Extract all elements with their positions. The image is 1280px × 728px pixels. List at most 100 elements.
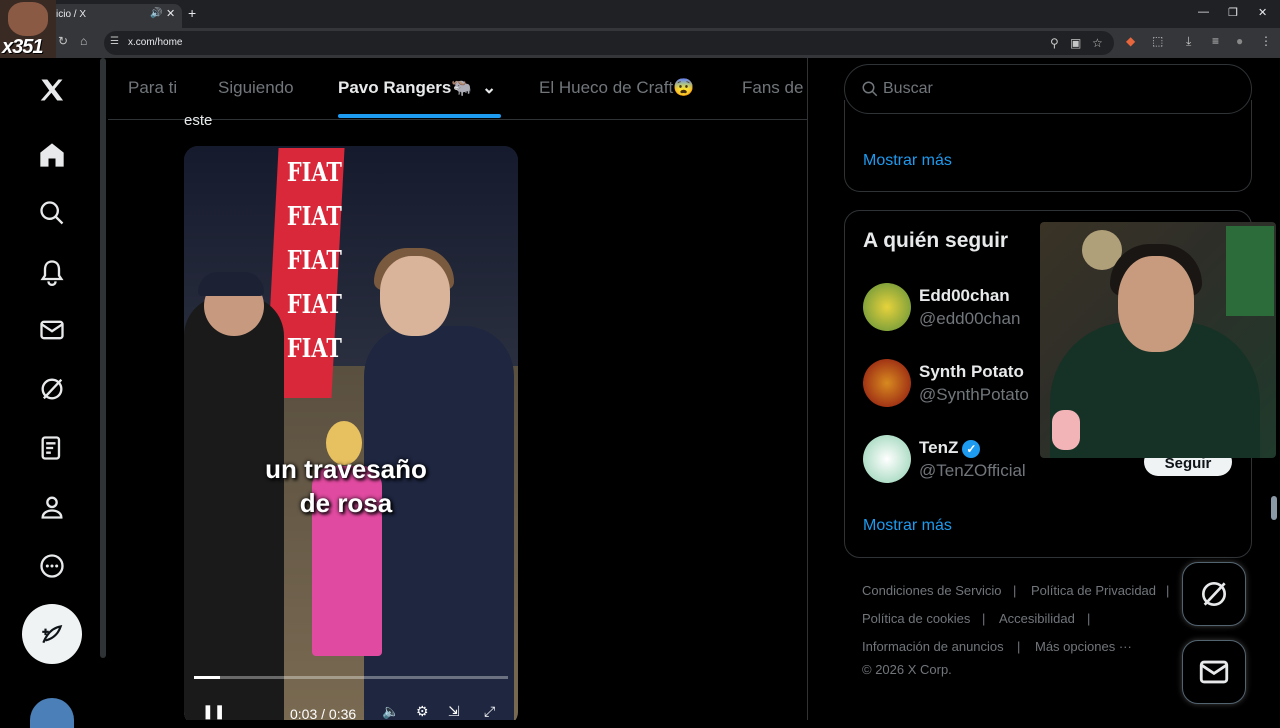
pause-icon[interactable]: ❚❚ bbox=[202, 703, 225, 720]
tab-fans-de[interactable]: Fans de bbox=[742, 78, 803, 98]
account-name-text: TenZ bbox=[919, 438, 959, 457]
stream-overlay-logo: x351 bbox=[0, 0, 56, 58]
who-show-more-link[interactable]: Mostrar más bbox=[863, 517, 952, 535]
feed-tabs: Para ti Siguiendo Pavo Rangers🐃 ⌄ El Hue… bbox=[108, 58, 807, 120]
minimize-icon[interactable]: — bbox=[1198, 6, 1209, 18]
trends-show-more-link[interactable]: Mostrar más bbox=[863, 152, 952, 170]
video-person bbox=[380, 256, 450, 336]
chevron-down-icon[interactable]: ⌄ bbox=[482, 78, 496, 98]
zoom-icon[interactable]: ⚲ bbox=[1050, 36, 1059, 50]
video-progress-bar[interactable] bbox=[194, 676, 508, 679]
account-name: TenZ ✓ bbox=[919, 438, 981, 458]
tab-title: icio / X bbox=[56, 9, 87, 20]
site-info-icon[interactable]: ☰ bbox=[110, 36, 119, 47]
footer-link-ads-info[interactable]: Información de anuncios bbox=[862, 639, 1004, 654]
fiat-banner-text: FIAT bbox=[286, 290, 342, 320]
browser-toolbar: ↻ ⌂ ☰ x.com/home ⚲ ▣ ☆ ◆ ⬚ ⤓ ≡ ● ⋮ bbox=[0, 28, 1280, 58]
reload-icon[interactable]: ↻ bbox=[58, 34, 68, 48]
footer-link-terms[interactable]: Condiciones de Servicio bbox=[862, 583, 1001, 598]
video-progress-fill bbox=[194, 676, 221, 679]
video-person bbox=[198, 272, 264, 296]
more-options-icon[interactable] bbox=[32, 546, 72, 586]
fullscreen-icon[interactable]: ⤢ bbox=[484, 703, 495, 720]
search-icon bbox=[862, 81, 878, 97]
footer-link-privacy[interactable]: Política de Privacidad bbox=[1031, 583, 1156, 598]
footer-copyright: © 2026 X Corp. bbox=[862, 662, 952, 677]
window-close-icon[interactable]: ✕ bbox=[1258, 6, 1267, 19]
browser-menu-icon[interactable]: ⋮ bbox=[1260, 34, 1272, 48]
overlay-brand-text: x351 bbox=[2, 36, 43, 58]
address-bar[interactable]: ☰ x.com/home ⚲ ▣ ☆ bbox=[104, 31, 1114, 55]
x-logo-icon[interactable] bbox=[32, 70, 72, 110]
volume-icon[interactable]: 🔈 bbox=[382, 703, 399, 720]
extensions-puzzle-icon[interactable]: ⬚ bbox=[1152, 34, 1163, 48]
media-icon[interactable]: ≡ bbox=[1212, 34, 1219, 48]
download-icon[interactable]: ⤓ bbox=[1186, 34, 1191, 49]
grok-floating-button[interactable] bbox=[1182, 562, 1246, 626]
left-sidebar bbox=[0, 58, 108, 728]
home-icon[interactable]: ⌂ bbox=[80, 34, 87, 48]
picture-in-picture-icon[interactable]: ⇲ bbox=[448, 703, 460, 720]
avatar[interactable] bbox=[863, 359, 911, 407]
fiat-banner-text: FIAT bbox=[286, 158, 342, 188]
messages-floating-button[interactable] bbox=[1182, 640, 1246, 704]
account-handle: @TenZOfficial bbox=[919, 461, 1026, 480]
cast-icon[interactable]: ▣ bbox=[1070, 36, 1081, 50]
post-text: este bbox=[184, 112, 213, 129]
search-icon[interactable] bbox=[32, 193, 72, 233]
footer-separator: | bbox=[982, 611, 986, 626]
maximize-icon[interactable]: ❐ bbox=[1228, 6, 1238, 19]
tab-para-ti[interactable]: Para ti bbox=[128, 78, 177, 98]
browser-tab[interactable]: icio / X 🔊 ✕ bbox=[50, 4, 182, 28]
fiat-banner-text: FIAT bbox=[286, 334, 342, 364]
notifications-bell-icon[interactable] bbox=[32, 252, 72, 292]
video-person bbox=[364, 326, 514, 720]
tab-el-hueco-de-craft[interactable]: El Hueco de Craft😨 bbox=[539, 78, 694, 98]
sidebar-scrollbar[interactable] bbox=[100, 58, 106, 658]
speaker-icon[interactable]: 🔊 bbox=[150, 8, 162, 19]
trends-panel: Mostrar más bbox=[844, 100, 1252, 192]
profile-person-icon[interactable] bbox=[32, 487, 72, 527]
footer-separator: | bbox=[1013, 583, 1017, 598]
footer-separator: | bbox=[1087, 611, 1091, 626]
account-name: Edd00chan bbox=[919, 286, 1010, 305]
compose-post-button[interactable] bbox=[22, 604, 82, 664]
new-tab-icon[interactable]: + bbox=[188, 5, 196, 21]
grok-icon[interactable] bbox=[32, 369, 72, 409]
webcam-person bbox=[1118, 256, 1194, 352]
main-timeline: Para ti Siguiendo Pavo Rangers🐃 ⌄ El Hue… bbox=[108, 58, 808, 720]
close-icon[interactable]: ✕ bbox=[166, 7, 175, 20]
home-icon[interactable] bbox=[32, 135, 72, 175]
who-to-follow-title: A quién seguir bbox=[863, 229, 1009, 252]
tab-siguiendo[interactable]: Siguiendo bbox=[218, 78, 294, 98]
bookmark-star-icon[interactable]: ☆ bbox=[1092, 36, 1103, 50]
footer-separator: | bbox=[1166, 583, 1170, 598]
extension-icon[interactable]: ◆ bbox=[1126, 34, 1135, 48]
account-avatar[interactable] bbox=[30, 698, 74, 728]
post-video[interactable]: FIAT FIAT FIAT FIAT FIAT un travesaño de… bbox=[184, 146, 518, 720]
verified-badge-icon: ✓ bbox=[962, 439, 981, 458]
url-text: x.com/home bbox=[128, 37, 183, 48]
fiat-banner-text: FIAT bbox=[286, 202, 342, 232]
profile-avatar-icon[interactable]: ● bbox=[1236, 34, 1243, 48]
envelope-icon bbox=[1199, 660, 1229, 684]
account-handle: @SynthPotato bbox=[919, 385, 1029, 404]
avatar[interactable] bbox=[863, 435, 911, 483]
footer-separator: | bbox=[1017, 639, 1021, 654]
tab-pavo-rangers[interactable]: Pavo Rangers🐃 bbox=[338, 78, 473, 98]
page-scrollbar[interactable] bbox=[1271, 496, 1277, 520]
fiat-banner-text: FIAT bbox=[286, 246, 342, 276]
messages-envelope-icon[interactable] bbox=[32, 310, 72, 350]
account-handle: @edd00chan bbox=[919, 309, 1021, 328]
lists-icon[interactable] bbox=[32, 428, 72, 468]
footer-link-more-options[interactable]: Más opciones ··· bbox=[1035, 639, 1132, 654]
caption-line: de rosa bbox=[299, 488, 393, 518]
settings-gear-icon[interactable]: ⚙ bbox=[416, 703, 429, 720]
account-name: Synth Potato bbox=[919, 362, 1024, 381]
video-time: 0:03 / 0:36 bbox=[290, 706, 357, 720]
footer-link-cookies[interactable]: Política de cookies bbox=[862, 611, 970, 626]
overlay-sticker bbox=[1052, 410, 1080, 450]
search-placeholder: Buscar bbox=[883, 80, 933, 97]
footer-link-accessibility[interactable]: Accesibilidad bbox=[999, 611, 1075, 626]
avatar[interactable] bbox=[863, 283, 911, 331]
